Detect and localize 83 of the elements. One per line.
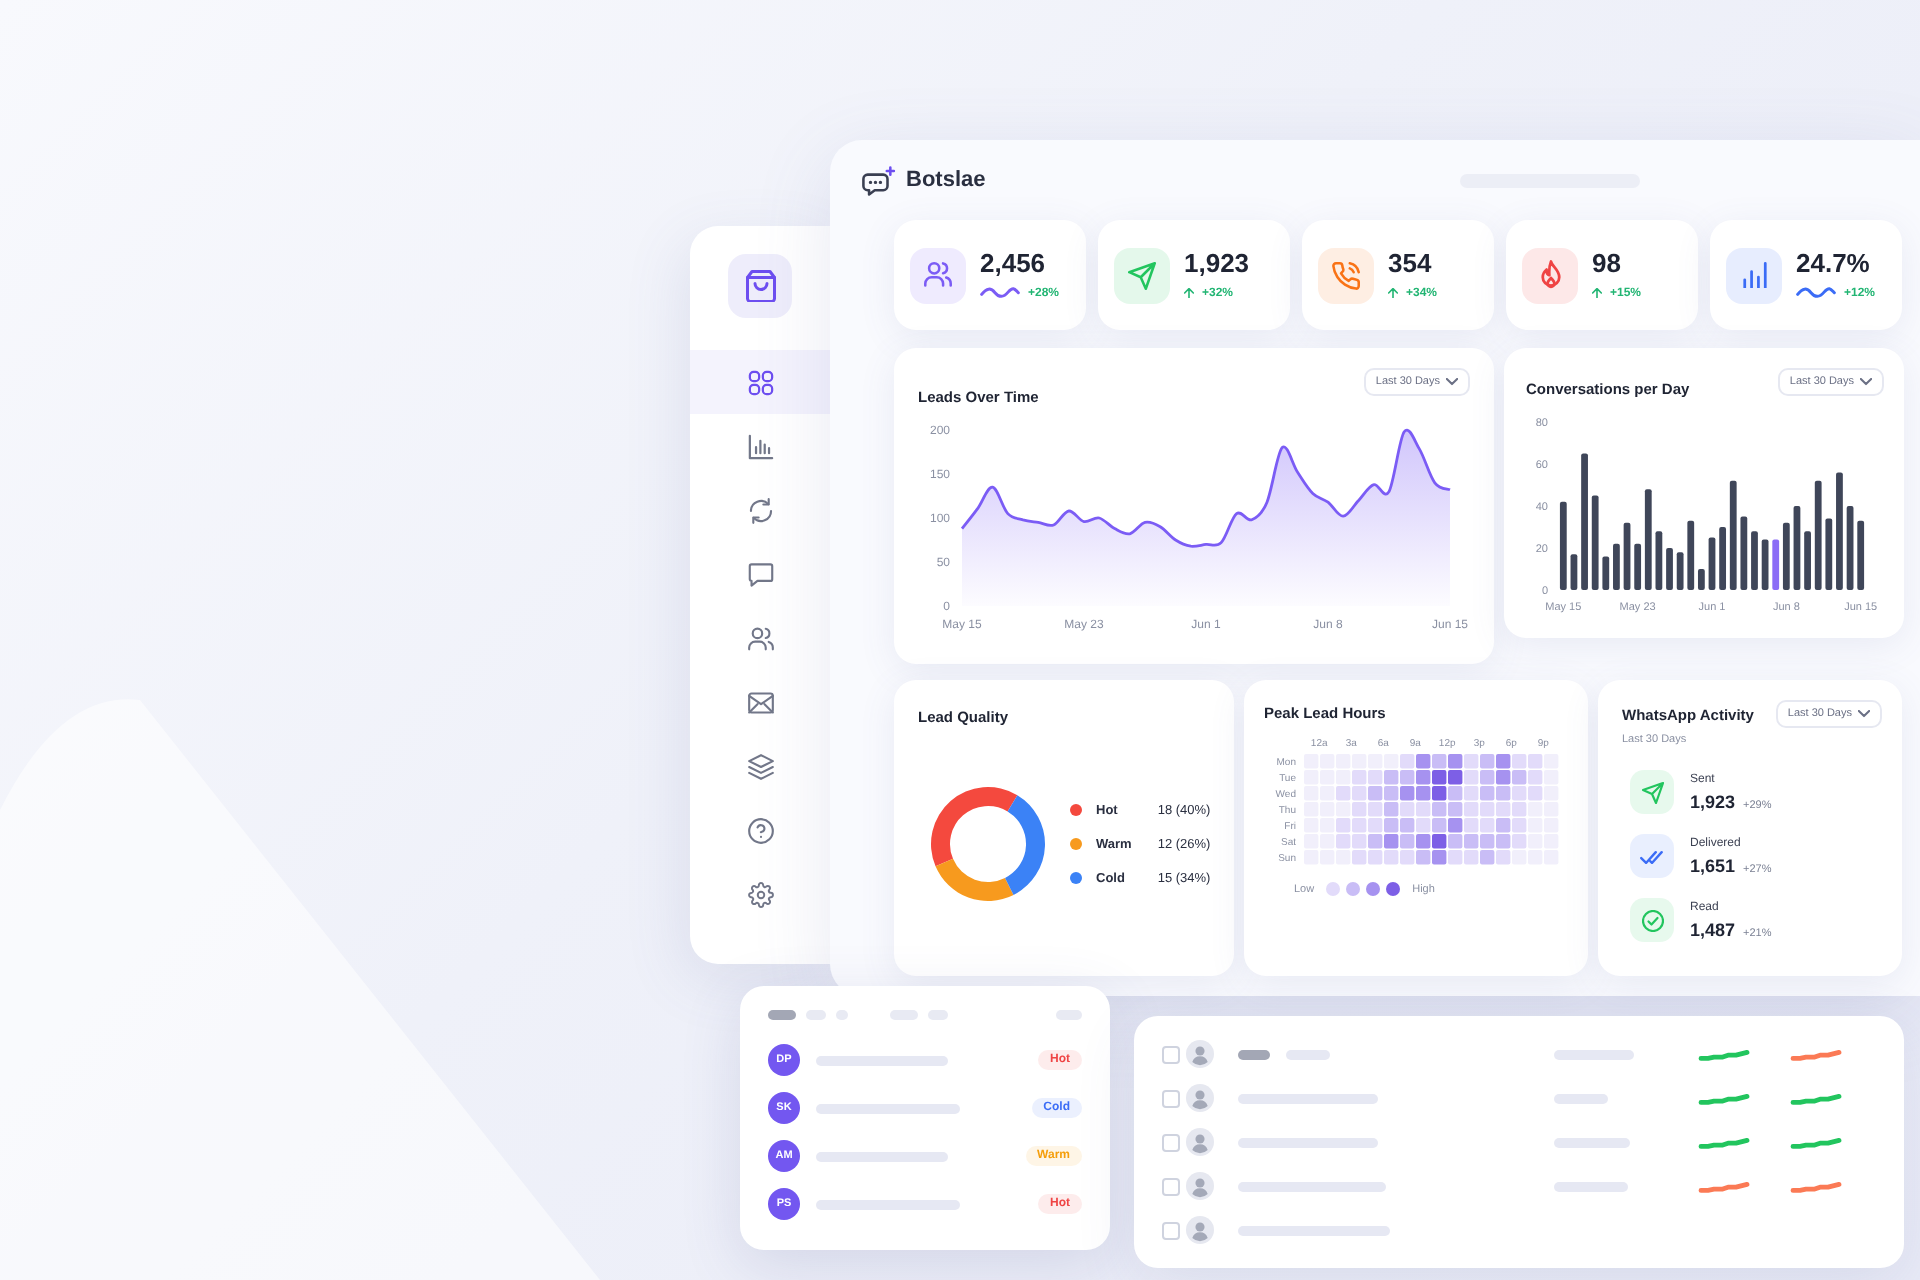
layers-icon	[747, 753, 773, 779]
user-avatar-icon	[1186, 1128, 1214, 1156]
stat-value: 354	[1388, 250, 1434, 280]
bar-chart-icon	[747, 433, 773, 459]
bar	[1825, 518, 1833, 590]
chevron-down-icon	[1860, 378, 1872, 386]
logo-icon	[862, 165, 896, 195]
legend-dot	[1366, 882, 1381, 896]
stat-value: 24.7%	[1796, 250, 1872, 279]
arrow-up-icon	[1592, 287, 1602, 299]
placeholder-bar	[1238, 1137, 1378, 1147]
grid-icon	[747, 369, 773, 395]
bar	[1761, 539, 1769, 590]
arrow-up-icon	[1388, 287, 1398, 299]
placeholder-bar	[816, 1103, 960, 1113]
bar	[1814, 480, 1822, 590]
placeholder-bar	[1238, 1093, 1378, 1103]
bar	[1719, 527, 1726, 590]
bar	[1708, 537, 1716, 590]
placeholder-bar	[1238, 1049, 1270, 1059]
bar	[1857, 520, 1865, 590]
legend-dot	[1346, 882, 1361, 896]
nav-button[interactable]	[690, 350, 830, 414]
chevron-down-icon	[1858, 710, 1870, 718]
chevron-down-icon	[1446, 378, 1458, 386]
bar	[1751, 531, 1758, 590]
brand-name: Botslae	[906, 168, 986, 192]
user-avatar-icon	[1186, 1040, 1214, 1068]
placeholder-bar	[1554, 1049, 1634, 1059]
activity-value: 1,651	[1690, 855, 1736, 875]
bar	[1602, 556, 1610, 590]
stat-value: 2,456	[980, 250, 1048, 279]
trend-wave-icon	[980, 286, 1020, 300]
bar	[1623, 522, 1631, 590]
checkbox[interactable]	[1162, 1045, 1180, 1063]
bar	[1729, 480, 1737, 590]
users-icon	[747, 625, 773, 651]
bar	[1581, 453, 1588, 590]
placeholder-bar	[1554, 1181, 1628, 1191]
placeholder-bar	[816, 1055, 948, 1065]
settings-icon	[747, 881, 773, 907]
checkbox[interactable]	[1162, 1177, 1180, 1195]
checkbox[interactable]	[1162, 1089, 1180, 1107]
bar	[1613, 543, 1620, 590]
bar	[1846, 506, 1854, 590]
checkbox[interactable]	[1162, 1133, 1180, 1151]
help-icon	[747, 817, 773, 843]
bar	[1666, 548, 1673, 590]
chat-bubble-icon	[747, 561, 773, 587]
bar	[1804, 531, 1811, 590]
stat-value: 1,923	[1184, 250, 1250, 280]
user-avatar-icon	[1186, 1216, 1214, 1244]
mail-icon	[747, 689, 773, 715]
legend-dot	[1386, 882, 1401, 896]
highlighted-bar	[1772, 539, 1780, 590]
bar	[1793, 506, 1801, 590]
refresh-icon	[747, 497, 773, 523]
trend-wave-icon	[1796, 286, 1836, 300]
checkbox[interactable]	[1162, 1221, 1180, 1239]
bar	[1782, 522, 1790, 590]
shopping-bag-icon[interactable]	[728, 254, 792, 318]
bar	[1687, 520, 1695, 590]
bar	[1740, 516, 1748, 590]
bar	[1655, 531, 1663, 590]
placeholder-bar	[816, 1199, 960, 1209]
placeholder-bar	[1554, 1137, 1630, 1147]
placeholder-bar	[1554, 1093, 1608, 1103]
bar	[1676, 552, 1684, 590]
placeholder-bar	[1286, 1049, 1330, 1059]
activity-value: 1,487	[1690, 919, 1736, 939]
arrow-up-icon	[1184, 287, 1194, 299]
bar	[1559, 501, 1567, 590]
user-avatar-icon	[1186, 1172, 1214, 1200]
placeholder-bar	[816, 1151, 948, 1161]
user-avatar-icon	[1186, 1084, 1214, 1112]
activity-value: 1,923	[1690, 791, 1736, 811]
bar	[1698, 569, 1705, 590]
legend-dot	[1326, 882, 1341, 896]
stat-value: 98	[1592, 250, 1623, 280]
bar	[1570, 554, 1578, 590]
bar	[1836, 472, 1843, 590]
placeholder-bar	[768, 1010, 796, 1020]
bar	[1591, 495, 1599, 590]
